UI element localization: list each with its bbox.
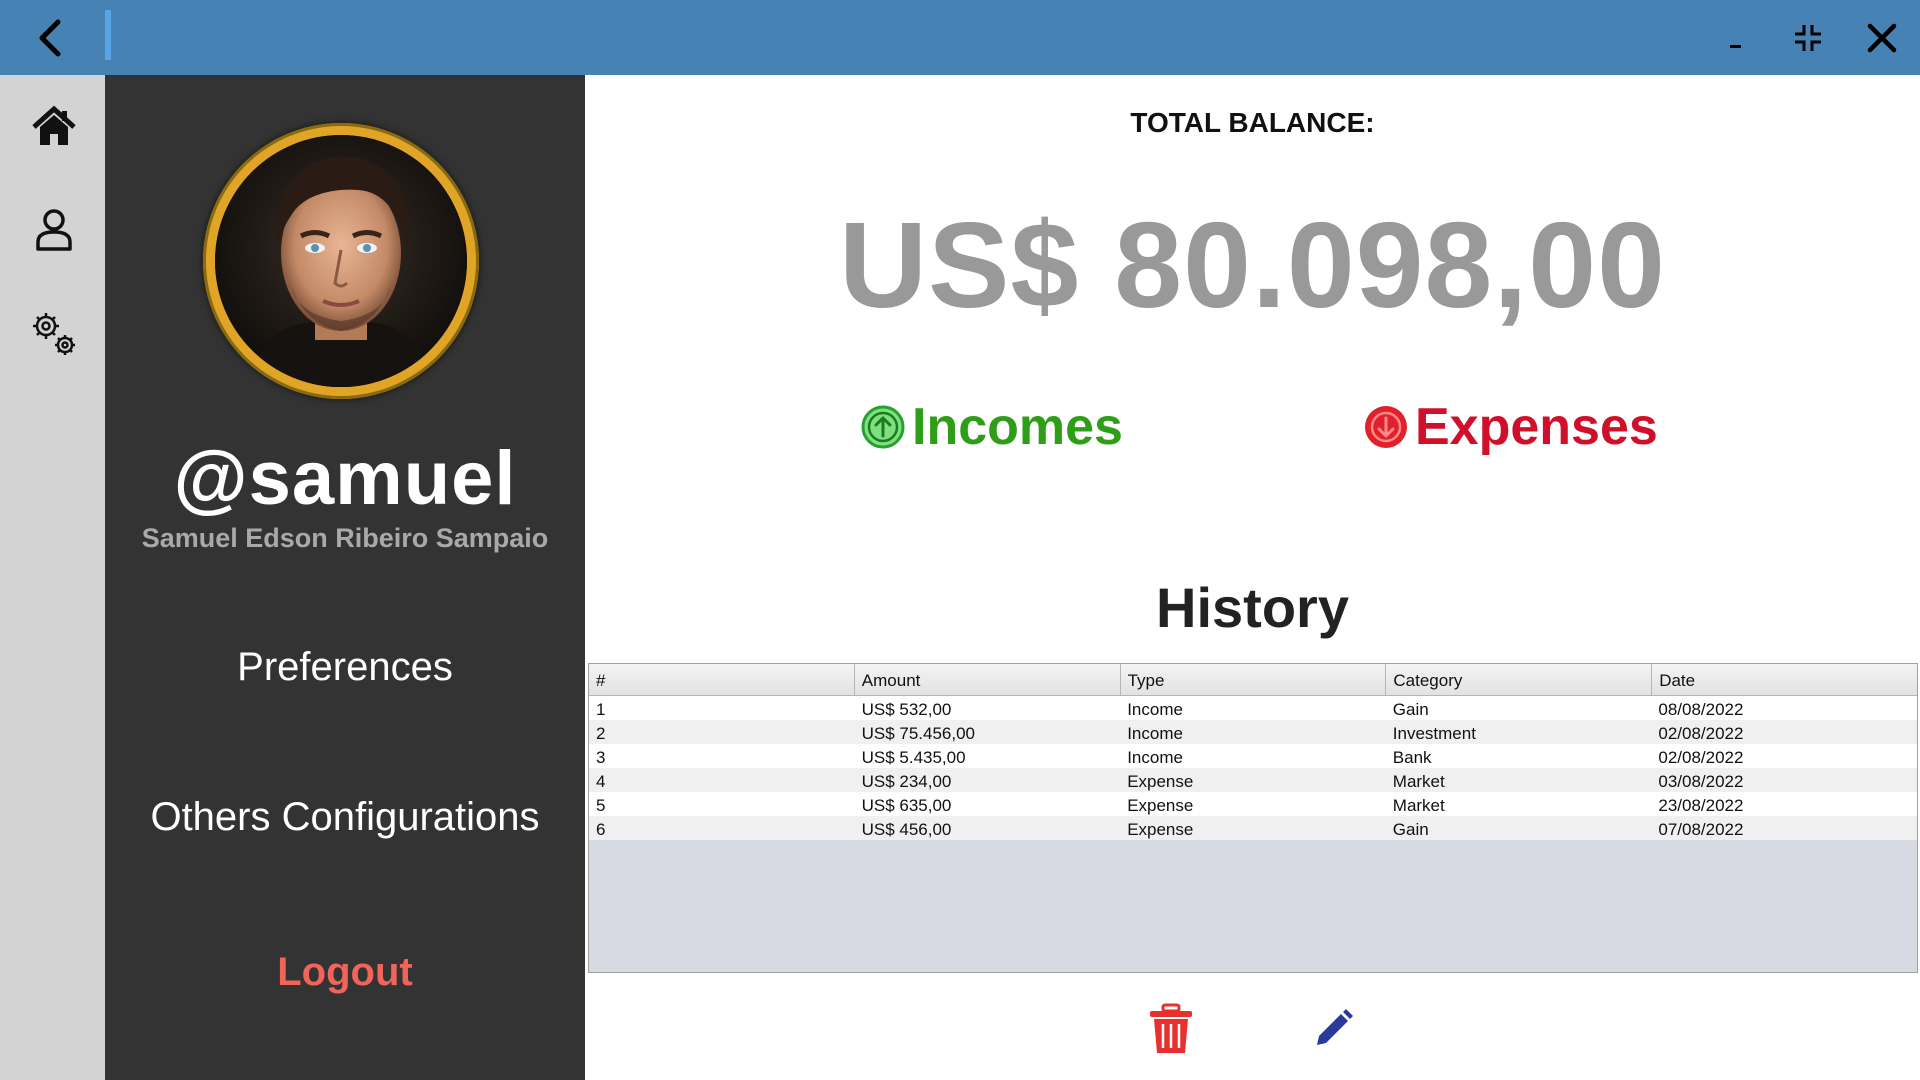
main-content: TOTAL BALANCE: US$ 80.098,00 Incomes Exp…	[585, 75, 1920, 1080]
table-row[interactable]: 3 US$ 5.435,00 Income Bank 02/08/2022	[589, 744, 1917, 768]
rail-home-button[interactable]	[30, 103, 78, 151]
cell-type: Expense	[1127, 820, 1194, 839]
balance-label: TOTAL BALANCE:	[1130, 107, 1375, 138]
table-row[interactable]: 2 US$ 75.456,00 Income Investment 02/08/…	[589, 720, 1917, 744]
avatar	[215, 135, 467, 387]
restore-icon	[1795, 25, 1821, 51]
home-icon	[32, 105, 76, 145]
table-header: # Amount Type Category Date	[589, 664, 1917, 696]
column-header-date[interactable]: Date	[1652, 664, 1917, 695]
cell-type: Expense	[1127, 772, 1194, 791]
cell-date: 23/08/2022	[1658, 796, 1744, 815]
cell-type: Income	[1127, 700, 1183, 719]
preferences-link[interactable]: Preferences	[105, 645, 585, 690]
table-row[interactable]: 1 US$ 532,00 Income Gain 08/08/2022	[589, 696, 1917, 720]
cell-amount: US$ 75.456,00	[861, 724, 976, 743]
title-bar	[0, 0, 1920, 75]
cell-category: Gain	[1392, 700, 1429, 719]
back-button[interactable]	[30, 14, 74, 62]
cell-category: Bank	[1392, 748, 1432, 767]
balance-value: US$ 80.098,00	[839, 197, 1666, 333]
cell-category: Gain	[1392, 820, 1429, 839]
title-bar-divider	[105, 10, 111, 60]
cell-amount: US$ 5.435,00	[861, 748, 966, 767]
close-icon	[1867, 23, 1897, 53]
cell-category: Market	[1392, 796, 1445, 815]
settings-icon	[33, 313, 75, 355]
others-configurations-link[interactable]: Others Configurations	[105, 795, 585, 840]
delete-button[interactable]	[1147, 1003, 1195, 1060]
cell-number: 3	[596, 748, 606, 767]
cell-number: 2	[596, 724, 606, 743]
cell-date: 07/08/2022	[1658, 820, 1744, 839]
cell-category: Investment	[1392, 724, 1476, 743]
cell-type: Expense	[1127, 796, 1194, 815]
column-header-category[interactable]: Category	[1386, 664, 1653, 695]
cell-number: 5	[596, 796, 606, 815]
cell-number: 1	[596, 700, 606, 719]
history-title: History	[1156, 576, 1349, 639]
rail-settings-button[interactable]	[30, 310, 78, 358]
cell-amount: US$ 635,00	[861, 796, 952, 815]
table-body: 1 US$ 532,00 Income Gain 08/08/2022 2 US…	[589, 696, 1917, 840]
cell-type: Income	[1127, 724, 1183, 743]
column-header-type[interactable]: Type	[1121, 664, 1387, 695]
cell-number: 4	[596, 772, 606, 791]
profile-panel: @samuel Samuel Edson Ribeiro Sampaio Pre…	[105, 75, 585, 1080]
edit-button[interactable]	[1311, 1007, 1355, 1056]
chevron-left-icon	[39, 19, 61, 57]
cell-date: 08/08/2022	[1658, 700, 1744, 719]
incomes-label: Incomes	[912, 398, 1123, 456]
arrow-down-circle-icon	[1365, 406, 1407, 448]
pencil-icon	[1317, 1009, 1353, 1045]
cell-type: Income	[1127, 748, 1183, 767]
trash-icon	[1150, 1003, 1192, 1053]
cell-amount: US$ 532,00	[861, 700, 952, 719]
table-row[interactable]: 4 US$ 234,00 Expense Market 03/08/2022	[589, 768, 1917, 792]
full-name: Samuel Edson Ribeiro Sampaio	[141, 523, 549, 553]
logout-button[interactable]: Logout	[105, 950, 585, 995]
avatar-frame	[203, 123, 479, 399]
cell-number: 6	[596, 820, 606, 839]
table-row[interactable]: 6 US$ 456,00 Expense Gain 07/08/2022	[589, 816, 1917, 840]
cell-amount: US$ 456,00	[861, 820, 952, 839]
arrow-up-circle-icon	[861, 405, 905, 449]
history-table[interactable]: # Amount Type Category Date 1 US$ 532,00…	[588, 663, 1918, 973]
cell-date: 02/08/2022	[1658, 748, 1744, 767]
cell-category: Market	[1392, 772, 1445, 791]
cell-amount: US$ 234,00	[861, 772, 952, 791]
incomes-button[interactable]: Incomes	[860, 397, 1123, 457]
cell-date: 03/08/2022	[1658, 772, 1744, 791]
icon-rail	[0, 75, 105, 1080]
minimize-button[interactable]	[1716, 18, 1756, 58]
expenses-label: Expenses	[1415, 398, 1658, 456]
username: @samuel	[173, 436, 517, 521]
column-header-number[interactable]: #	[589, 664, 855, 695]
expenses-button[interactable]: Expenses	[1363, 397, 1658, 457]
close-button[interactable]	[1862, 18, 1902, 58]
user-icon	[36, 209, 72, 251]
column-header-amount[interactable]: Amount	[855, 664, 1121, 695]
cell-date: 02/08/2022	[1658, 724, 1744, 743]
restore-button[interactable]	[1788, 18, 1828, 58]
avatar-photo	[215, 135, 467, 387]
minimize-icon	[1730, 45, 1741, 48]
table-row[interactable]: 5 US$ 635,00 Expense Market 23/08/2022	[589, 792, 1917, 816]
rail-profile-button[interactable]	[30, 205, 78, 253]
